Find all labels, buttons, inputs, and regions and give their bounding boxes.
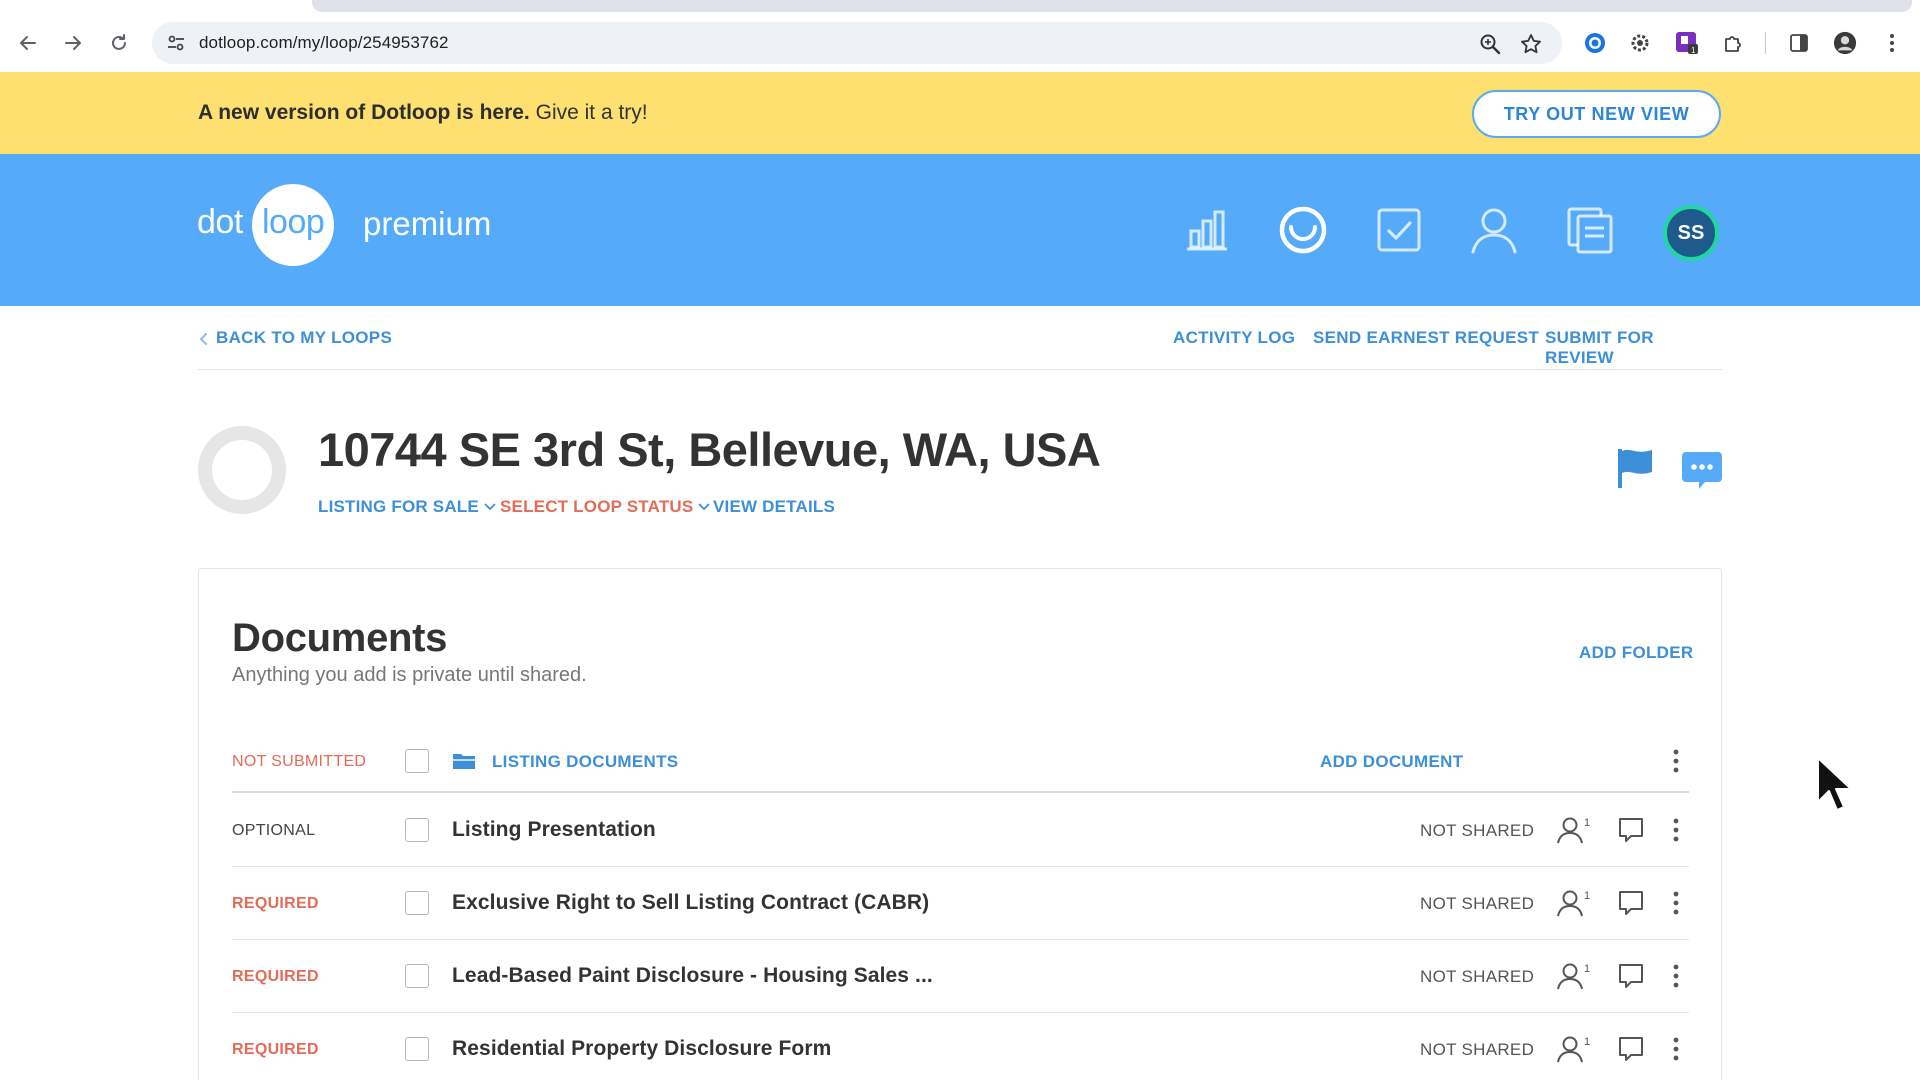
participants-icon[interactable]: 1 bbox=[1557, 889, 1593, 917]
back-arrow-icon[interactable] bbox=[13, 28, 43, 58]
folder-name[interactable]: LISTING DOCUMENTS bbox=[492, 752, 678, 772]
extensions-puzzle-icon[interactable] bbox=[1721, 31, 1745, 55]
try-new-view-button[interactable]: TRY OUT NEW VIEW bbox=[1472, 90, 1721, 138]
documents-subtitle: Anything you add is private until shared… bbox=[232, 664, 587, 686]
mouse-cursor-icon bbox=[1817, 757, 1850, 811]
document-row[interactable]: OPTIONAL Listing Presentation NOT SHARED… bbox=[232, 794, 1689, 867]
loop-status-dropdown[interactable]: SELECT LOOP STATUS bbox=[500, 497, 711, 517]
extension-c-icon[interactable] bbox=[1583, 31, 1607, 55]
comment-icon[interactable] bbox=[1617, 962, 1645, 990]
document-status: REQUIRED bbox=[232, 1041, 319, 1058]
document-row[interactable]: REQUIRED Exclusive Right to Sell Listing… bbox=[232, 867, 1689, 940]
document-status: OPTIONAL bbox=[232, 822, 316, 839]
document-checkbox[interactable] bbox=[405, 818, 429, 842]
share-status: NOT SHARED bbox=[1420, 894, 1535, 913]
browser-toolbar: dotloop.com/my/loop/254953762 1 bbox=[0, 0, 1920, 72]
document-checkbox[interactable] bbox=[405, 964, 429, 988]
comment-icon[interactable] bbox=[1617, 1035, 1645, 1063]
document-checkbox[interactable] bbox=[405, 891, 429, 915]
address-bar[interactable]: dotloop.com/my/loop/254953762 bbox=[152, 22, 1562, 64]
app-header: dot loop premium SS bbox=[0, 154, 1920, 306]
document-kebab-menu-icon[interactable] bbox=[1669, 962, 1683, 990]
logo-premium-text: premium bbox=[363, 205, 492, 242]
bookmark-star-icon[interactable] bbox=[1520, 33, 1542, 55]
documents-title: Documents bbox=[232, 616, 448, 660]
folder-icon bbox=[453, 754, 475, 769]
chevron-left-icon bbox=[200, 333, 207, 345]
transaction-type-label: LISTING FOR SALE bbox=[318, 497, 479, 516]
submit-for-review-link[interactable]: SUBMIT FOR REVIEW bbox=[1545, 328, 1722, 368]
folder-checkbox[interactable] bbox=[405, 749, 429, 773]
banner-bold-text: A new version of Dotloop is here. bbox=[198, 101, 530, 124]
loop-title: 10744 SE 3rd St, Bellevue, WA, USA bbox=[318, 423, 1101, 476]
add-folder-button[interactable]: ADD FOLDER bbox=[1579, 643, 1693, 663]
loop-status-label: SELECT LOOP STATUS bbox=[500, 497, 694, 516]
folder-status: NOT SUBMITTED bbox=[232, 753, 367, 770]
chevron-down-icon bbox=[698, 503, 711, 511]
banner-message: A new version of Dotloop is here. Give i… bbox=[198, 101, 648, 125]
back-to-my-loops-link[interactable]: BACK TO MY LOOPS bbox=[216, 328, 392, 348]
participants-icon[interactable]: 1 bbox=[1557, 962, 1593, 990]
folder-row: NOT SUBMITTED LISTING DOCUMENTS ADD DOCU… bbox=[232, 729, 1689, 793]
extension-gear-icon[interactable] bbox=[1628, 31, 1652, 55]
participant-count: 1 bbox=[1584, 817, 1590, 829]
document-name[interactable]: Exclusive Right to Sell Listing Contract… bbox=[452, 891, 929, 915]
new-version-banner: A new version of Dotloop is here. Give i… bbox=[0, 72, 1920, 154]
loops-circle-icon[interactable] bbox=[1278, 205, 1328, 255]
svg-text:1: 1 bbox=[1691, 46, 1696, 55]
logo-dot-text: dot bbox=[197, 203, 243, 241]
chevron-down-icon bbox=[484, 503, 496, 511]
people-icon[interactable] bbox=[1469, 205, 1519, 255]
comment-icon[interactable] bbox=[1617, 816, 1645, 844]
user-avatar[interactable]: SS bbox=[1663, 205, 1719, 261]
logo-loop-text: loop bbox=[262, 203, 325, 241]
document-status: REQUIRED bbox=[232, 968, 319, 985]
document-status: REQUIRED bbox=[232, 895, 319, 912]
templates-docs-icon[interactable] bbox=[1565, 205, 1615, 255]
zoom-icon[interactable] bbox=[1479, 33, 1501, 55]
kebab-menu-icon[interactable] bbox=[1880, 31, 1904, 55]
send-earnest-request-link[interactable]: SEND EARNEST REQUEST bbox=[1313, 328, 1539, 348]
transaction-type-dropdown[interactable]: LISTING FOR SALE bbox=[318, 497, 496, 517]
loop-progress-ring bbox=[198, 426, 286, 514]
document-row[interactable]: REQUIRED Residential Property Disclosure… bbox=[232, 1013, 1689, 1080]
participant-count: 1 bbox=[1584, 890, 1590, 902]
participant-count: 1 bbox=[1584, 963, 1590, 975]
participant-count: 1 bbox=[1584, 1036, 1590, 1048]
document-name[interactable]: Lead-Based Paint Disclosure - Housing Sa… bbox=[452, 964, 933, 988]
profile-avatar[interactable] bbox=[1833, 31, 1857, 55]
documents-card: Documents Anything you add is private un… bbox=[198, 568, 1722, 1080]
add-document-button[interactable]: ADD DOCUMENT bbox=[1320, 752, 1463, 772]
banner-text: Give it a try! bbox=[535, 101, 648, 124]
toolbar-divider bbox=[1765, 32, 1766, 54]
document-name[interactable]: Listing Presentation bbox=[452, 818, 656, 842]
comment-icon[interactable] bbox=[1617, 889, 1645, 917]
document-row[interactable]: REQUIRED Lead-Based Paint Disclosure - H… bbox=[232, 940, 1689, 1013]
share-status: NOT SHARED bbox=[1420, 821, 1535, 840]
site-settings-icon[interactable] bbox=[166, 33, 186, 53]
participants-icon[interactable]: 1 bbox=[1557, 1035, 1593, 1063]
reload-icon[interactable] bbox=[104, 28, 134, 58]
folder-kebab-menu-icon[interactable] bbox=[1669, 747, 1683, 775]
share-status: NOT SHARED bbox=[1420, 1040, 1535, 1059]
participants-icon[interactable]: 1 bbox=[1557, 816, 1593, 844]
flag-icon[interactable] bbox=[1616, 446, 1656, 490]
tab-strip bbox=[312, 0, 1912, 12]
loop-subnav: BACK TO MY LOOPS ACTIVITY LOG SEND EARNE… bbox=[198, 306, 1722, 370]
reports-chart-icon[interactable] bbox=[1182, 205, 1232, 255]
forward-arrow-icon[interactable] bbox=[58, 28, 88, 58]
chat-bubble-icon[interactable] bbox=[1681, 449, 1723, 491]
share-status: NOT SHARED bbox=[1420, 967, 1535, 986]
activity-log-link[interactable]: ACTIVITY LOG bbox=[1173, 328, 1295, 348]
document-kebab-menu-icon[interactable] bbox=[1669, 889, 1683, 917]
document-kebab-menu-icon[interactable] bbox=[1669, 816, 1683, 844]
document-kebab-menu-icon[interactable] bbox=[1669, 1035, 1683, 1063]
url-text[interactable]: dotloop.com/my/loop/254953762 bbox=[199, 33, 449, 53]
document-name[interactable]: Residential Property Disclosure Form bbox=[452, 1037, 831, 1061]
tasks-check-icon[interactable] bbox=[1374, 205, 1424, 255]
document-checkbox[interactable] bbox=[405, 1037, 429, 1061]
side-panel-icon[interactable] bbox=[1787, 31, 1811, 55]
view-details-link[interactable]: VIEW DETAILS bbox=[713, 497, 835, 517]
extension-badge-icon[interactable]: 1 bbox=[1675, 31, 1699, 55]
